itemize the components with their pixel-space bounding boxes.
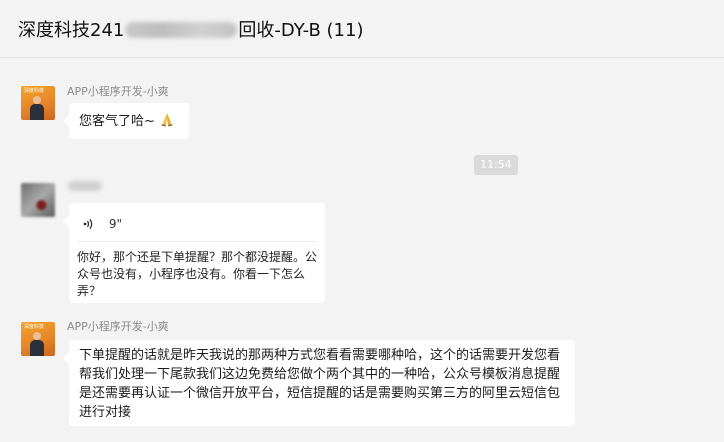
folded-hands-icon	[159, 111, 175, 133]
voice-transcript: 你好，那个还是下单提醒？那个都没提醒。公众号也没有，小程序也没有。你看一下怎么弄…	[77, 250, 318, 298]
voice-player[interactable]: 9"	[83, 215, 122, 231]
sender-avatar[interactable]: 深度科技	[21, 322, 55, 356]
redacted-sender-name	[68, 181, 102, 191]
sender-name: APP小程序开发-小爽	[67, 320, 169, 333]
message-bubble[interactable]: 下单提醒的话就是昨天我说的那两种方式您看看需要哪种哈，这个的话需要开发您看帮我们…	[63, 340, 575, 426]
voice-message-bubble[interactable]: 9" 你好，那个还是下单提醒？那个都没提醒。公众号也没有，小程序也没有。你看一下…	[63, 203, 325, 303]
chat-title: 深度科技241 回收-DY-B (11)	[18, 16, 363, 42]
chat-title-prefix: 深度科技241	[18, 20, 125, 41]
message-text: 下单提醒的话就是昨天我说的那两种方式您看看需要哪种哈，这个的话需要开发您看帮我们…	[79, 348, 561, 420]
voice-wave-icon	[83, 217, 95, 236]
message-bubble[interactable]: 您客气了哈~	[63, 103, 189, 139]
divider	[77, 241, 317, 242]
redacted-title-segment	[125, 22, 238, 38]
avatar-brand-text: 深度科技	[24, 88, 45, 94]
voice-duration: 9"	[108, 217, 122, 231]
chat-header: 深度科技241 回收-DY-B (11)	[0, 0, 724, 58]
avatar-person-icon	[30, 96, 44, 120]
chat-title-suffix: 回收-DY-B (11)	[238, 20, 364, 41]
message-timestamp: 11:54	[474, 155, 518, 175]
sender-name: APP小程序开发-小爽	[67, 85, 169, 98]
avatar-brand-text: 深度科技	[24, 324, 45, 330]
sender-avatar[interactable]: 深度科技	[21, 86, 55, 120]
avatar-person-icon	[30, 332, 44, 356]
sender-avatar[interactable]	[21, 183, 55, 217]
message-text: 您客气了哈~	[79, 114, 155, 129]
